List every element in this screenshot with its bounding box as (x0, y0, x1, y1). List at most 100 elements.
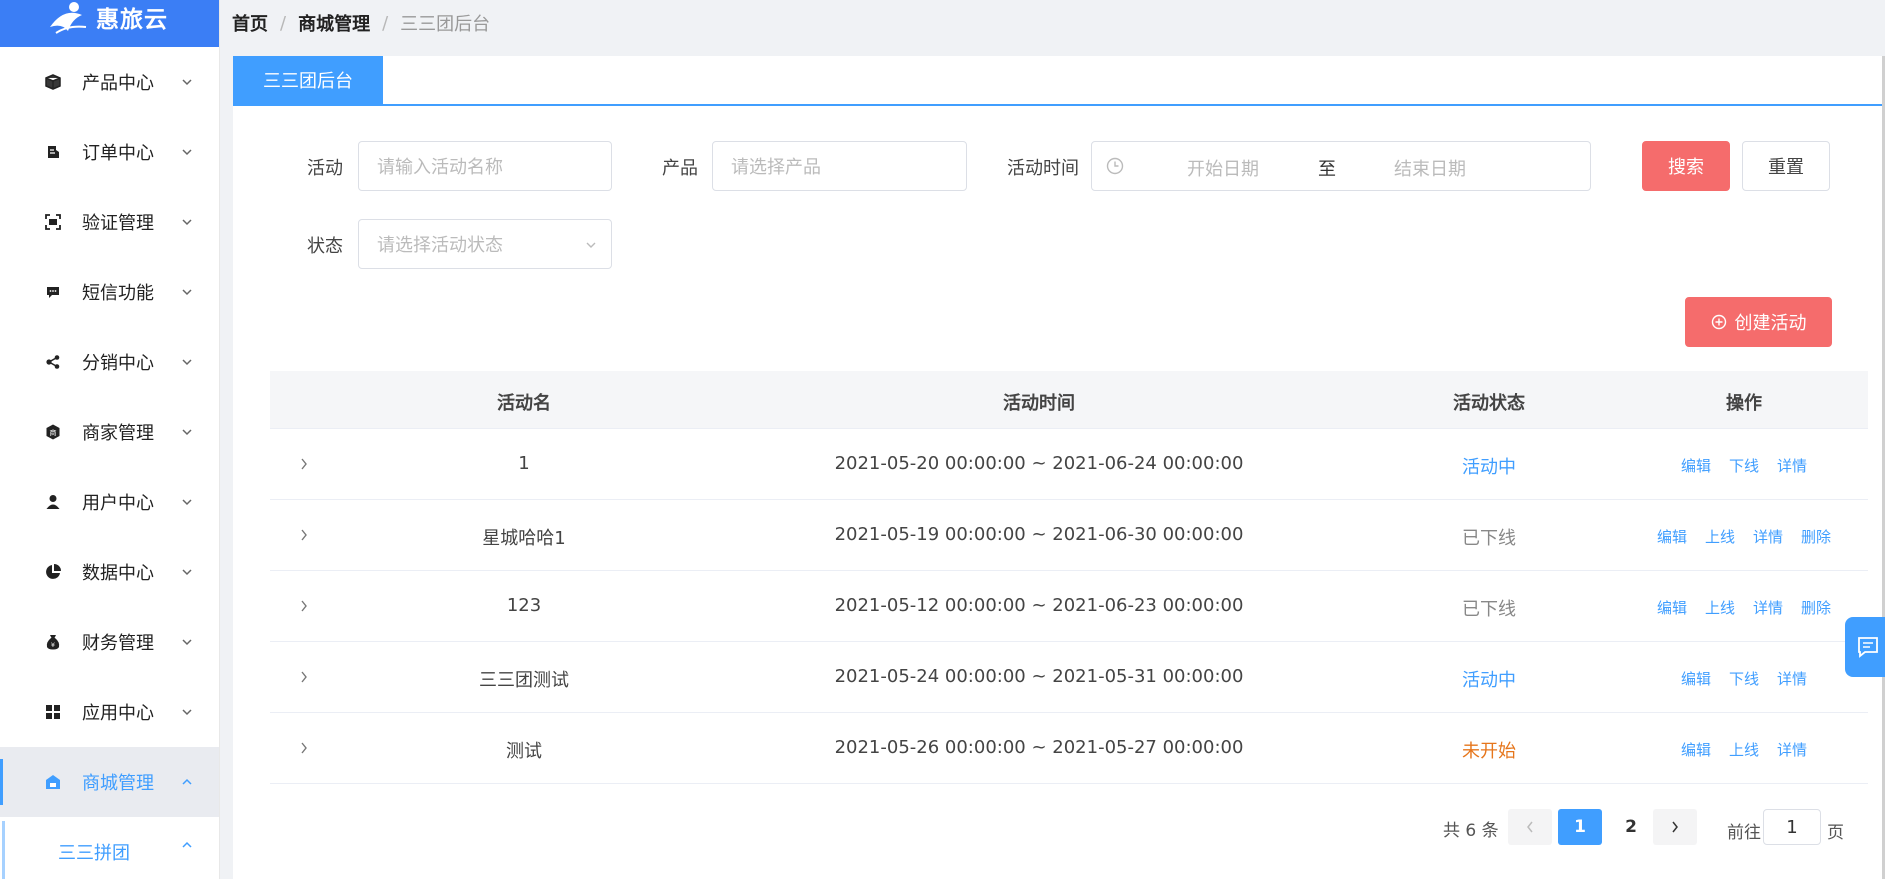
row-action-1[interactable]: 上线 (1729, 739, 1759, 760)
product-select[interactable]: 请选择产品 (712, 141, 967, 191)
box-icon (44, 73, 62, 91)
chevron-right-icon[interactable] (299, 457, 309, 471)
cell-activity-status: 已下线 (1462, 528, 1516, 549)
scan-icon (44, 213, 62, 231)
date-range-picker[interactable]: 开始日期 至 结束日期 (1091, 141, 1591, 191)
sidebar-item-scan[interactable]: 验证管理 (0, 187, 219, 257)
sidebar-menu: 产品中心订单中心验证管理短信功能 分销中心商 商家管理 用户中心 数据中心 ¥ 财务管理应用… (0, 47, 219, 817)
header-activity-name: 活动名 (497, 393, 551, 414)
chevron-right-icon[interactable] (299, 741, 309, 755)
reset-button[interactable]: 重置 (1742, 141, 1830, 191)
row-action-1[interactable]: 上线 (1705, 526, 1735, 547)
row-action-2[interactable]: 详情 (1777, 668, 1807, 689)
row-action-0[interactable]: 编辑 (1681, 455, 1711, 476)
pagination-prev-button[interactable] (1508, 809, 1552, 845)
pagination-next-button[interactable] (1653, 809, 1697, 845)
chevron-down-icon (182, 79, 192, 86)
sidebar-item-merchant[interactable]: 商 商家管理 (0, 397, 219, 467)
sidebar-subitem-sansan-pintuan[interactable]: 三三拼团 (0, 817, 219, 879)
sidebar-item-pie-chart[interactable]: 数据中心 (0, 537, 219, 607)
row-action-0[interactable]: 编辑 (1657, 597, 1687, 618)
chevron-right-icon[interactable] (299, 670, 309, 684)
row-action-2[interactable]: 详情 (1777, 739, 1807, 760)
sidebar-item-share[interactable]: 分销中心 (0, 327, 219, 397)
chevron-right-icon[interactable] (299, 528, 309, 542)
create-activity-button[interactable]: 创建活动 (1685, 297, 1832, 347)
chevron-down-icon (182, 569, 192, 576)
row-actions: 编辑 上线 详情 删除 (1657, 526, 1831, 547)
cell-activity-status: 已下线 (1462, 599, 1516, 620)
row-actions: 编辑 上线 详情 删除 (1657, 597, 1831, 618)
product-label: 产品 (662, 158, 698, 179)
plus-circle-icon (1711, 314, 1726, 330)
table-header: 活动名 活动时间 活动状态 操作 (270, 371, 1868, 429)
cell-activity-name: 星城哈哈1 (482, 528, 566, 549)
chevron-right-icon[interactable] (299, 599, 309, 613)
header-activity-status: 活动状态 (1453, 393, 1525, 414)
table-row: 123 2021-05-12 00:00:00 ~ 2021-06-23 00:0… (270, 571, 1868, 642)
header-activity-time: 活动时间 (1003, 393, 1075, 414)
tab-sansan-backend[interactable]: 三三团后台 (233, 56, 383, 104)
row-action-2[interactable]: 详情 (1753, 597, 1783, 618)
chevron-down-icon (182, 709, 192, 716)
cell-activity-name: 123 (506, 595, 542, 616)
apps-icon (44, 703, 62, 721)
cell-activity-status: 活动中 (1462, 670, 1516, 691)
message-icon (44, 283, 62, 301)
sidebar-item-money-bag[interactable]: ¥ 财务管理 (0, 607, 219, 677)
main-panel: 三三团后台 活动 请输入活动名称 产品 请选择产品 活动时间 开始日期 至 结束… (233, 56, 1885, 879)
sidebar-item-box[interactable]: 产品中心 (0, 47, 219, 117)
sidebar-item-label: 产品中心 (82, 73, 154, 94)
start-date-placeholder[interactable]: 开始日期 (1187, 155, 1259, 181)
row-action-2[interactable]: 详情 (1777, 455, 1807, 476)
row-actions: 编辑 下线 详情 (1681, 455, 1807, 476)
breadcrumb-home[interactable]: 首页 (232, 10, 268, 36)
chat-float-button[interactable] (1845, 617, 1885, 677)
row-action-3[interactable]: 删除 (1801, 597, 1831, 618)
clock-icon (1106, 157, 1124, 175)
breadcrumb-separator: / (382, 12, 389, 34)
activity-name-input[interactable]: 请输入活动名称 (358, 141, 612, 191)
row-action-0[interactable]: 编辑 (1657, 526, 1687, 547)
row-action-0[interactable]: 编辑 (1681, 668, 1711, 689)
date-range-separator: 至 (1318, 159, 1336, 180)
row-action-2[interactable]: 详情 (1753, 526, 1783, 547)
row-action-1[interactable]: 上线 (1705, 597, 1735, 618)
table-body: 1 2021-05-20 00:00:00 ~ 2021-06-24 00:00:… (270, 429, 1868, 784)
sidebar-item-message[interactable]: 短信功能 (0, 257, 219, 327)
sidebar-item-label: 应用中心 (82, 703, 154, 724)
chevron-down-icon (182, 499, 192, 506)
row-actions: 编辑 下线 详情 (1681, 668, 1807, 689)
pagination-page-2[interactable]: 2 (1609, 809, 1653, 845)
end-date-placeholder[interactable]: 结束日期 (1394, 155, 1466, 181)
breadcrumb-section[interactable]: 商城管理 (298, 10, 370, 36)
cell-activity-time: 2021-05-20 00:00:00 ~ 2021-06-24 00:00:0… (834, 453, 1244, 474)
chevron-down-icon (586, 242, 596, 248)
table-row: 星城哈哈1 2021-05-19 00:00:00 ~ 2021-06-30 00… (270, 500, 1868, 571)
share-icon (44, 353, 62, 371)
row-action-1[interactable]: 下线 (1729, 668, 1759, 689)
chevron-down-icon (182, 639, 192, 646)
activity-table: 活动名 活动时间 活动状态 操作 1 2021-05-20 00:00:00 ~ … (270, 371, 1868, 784)
row-action-1[interactable]: 下线 (1729, 455, 1759, 476)
cell-activity-time: 2021-05-19 00:00:00 ~ 2021-06-30 00:00:0… (834, 524, 1244, 545)
pagination-page-1[interactable]: 1 (1558, 809, 1602, 845)
pagination-goto-input[interactable]: 1 (1763, 809, 1821, 845)
row-action-3[interactable]: 删除 (1801, 526, 1831, 547)
activity-name-placeholder: 请输入活动名称 (377, 157, 503, 178)
pie-chart-icon (44, 563, 62, 581)
brand-logo[interactable]: 惠旅云 (0, 0, 219, 47)
search-button[interactable]: 搜索 (1642, 141, 1730, 191)
sidebar-item-user[interactable]: 用户中心 (0, 467, 219, 537)
sidebar-item-store[interactable]: 商城管理 (0, 747, 219, 817)
cell-activity-time: 2021-05-24 00:00:00 ~ 2021-05-31 00:00:0… (834, 666, 1244, 687)
cell-activity-name: 1 (518, 453, 530, 474)
row-action-0[interactable]: 编辑 (1681, 739, 1711, 760)
sidebar-item-order[interactable]: 订单中心 (0, 117, 219, 187)
sidebar-item-label: 验证管理 (82, 213, 154, 234)
status-select[interactable]: 请选择活动状态 (358, 219, 612, 269)
chevron-left-icon (1527, 821, 1533, 833)
pagination-page-unit: 页 (1827, 823, 1844, 843)
chevron-down-icon (182, 219, 192, 226)
sidebar-item-apps[interactable]: 应用中心 (0, 677, 219, 747)
